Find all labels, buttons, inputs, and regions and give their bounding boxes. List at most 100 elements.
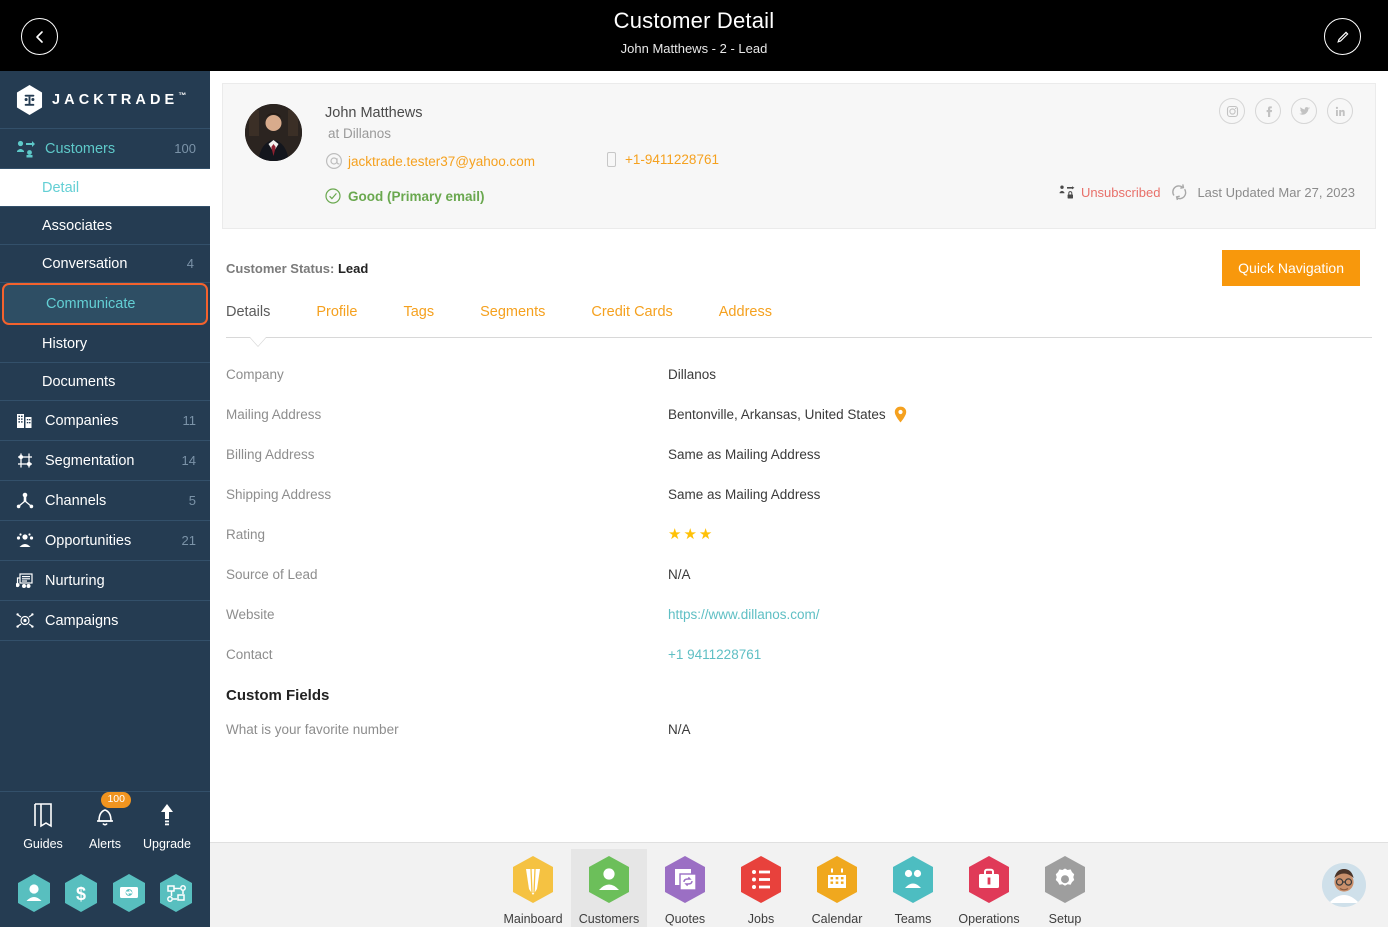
tab-details[interactable]: Details: [226, 298, 270, 331]
detail-value: Bentonville, Arkansas, United States: [668, 406, 886, 422]
tab-segments[interactable]: Segments: [480, 298, 545, 331]
sidebar-item-label: Channels: [45, 492, 107, 509]
sidebar-subitem-count: 4: [186, 256, 194, 271]
calendar-icon: [817, 856, 857, 903]
details-list: Company Dillanos Mailing Address Bentonv…: [226, 354, 1372, 749]
edit-button[interactable]: [1324, 18, 1361, 55]
detail-row: Source of Lead N/A: [226, 554, 1372, 594]
main-content: John Matthews at Dillanos jacktrade.test…: [210, 71, 1388, 842]
money-hex-icon[interactable]: [111, 873, 147, 913]
taskbar-item-setup[interactable]: Setup: [1027, 849, 1103, 927]
taskbar-label: Customers: [578, 912, 640, 926]
detail-row: Rating ★★★: [226, 514, 1372, 554]
customer-phone[interactable]: +1-9411228761: [625, 152, 719, 167]
sidebar-item-associates[interactable]: Associates: [0, 207, 210, 245]
sidebar-item-channels[interactable]: Channels 5: [0, 481, 210, 521]
detail-value-wrap: Bentonville, Arkansas, United States: [668, 406, 907, 423]
profile-avatar-button[interactable]: [1322, 863, 1366, 907]
person-hex-icon[interactable]: [16, 873, 52, 913]
brand-logo[interactable]: JACKTRADE™: [0, 71, 210, 129]
tab-credit-cards[interactable]: Credit Cards: [591, 298, 672, 331]
detail-label: Billing Address: [226, 446, 315, 462]
sidebar-item-companies[interactable]: Companies 11: [0, 401, 210, 441]
setup-icon: [1045, 856, 1085, 903]
taskbar-item-operations[interactable]: Operations: [951, 849, 1027, 927]
sidebar-item-communicate[interactable]: Communicate: [2, 283, 208, 325]
facebook-icon[interactable]: [1255, 98, 1281, 124]
sidebar-item-history[interactable]: History: [0, 325, 210, 363]
tab-address[interactable]: Address: [719, 298, 772, 331]
tool-label: Alerts: [89, 837, 121, 851]
sidebar-item-count: 11: [182, 413, 197, 428]
taskbar-item-mainboard[interactable]: Mainboard: [495, 849, 571, 927]
taskbar-item-quotes[interactable]: Quotes: [647, 849, 723, 927]
customer-phone-row: +1-9411228761: [607, 152, 719, 167]
sidebar-item-campaigns[interactable]: Campaigns: [0, 601, 210, 641]
sidebar-item-detail[interactable]: Detail: [0, 169, 210, 207]
email-status-row: Good (Primary email): [325, 188, 485, 204]
sidebar-footer: Guides 100 Alerts Upgrade $: [0, 791, 210, 927]
upgrade-button[interactable]: Upgrade: [139, 802, 195, 851]
sidebar-item-segmentation[interactable]: Segmentation 14: [0, 441, 210, 481]
tab-tags[interactable]: Tags: [403, 298, 434, 331]
guides-button[interactable]: Guides: [15, 802, 71, 851]
sidebar-subitem-label: Detail: [42, 179, 80, 196]
channels-icon: [14, 491, 36, 511]
taskbar-label: Teams: [894, 912, 932, 926]
building-icon: [14, 411, 36, 431]
check-circle-icon: [325, 188, 341, 204]
sidebar-item-count: 100: [174, 141, 196, 156]
detail-row: Mailing Address Bentonville, Arkansas, U…: [226, 394, 1372, 434]
rating-stars[interactable]: ★★★: [668, 525, 714, 543]
campaigns-icon: [14, 611, 36, 631]
taskbar-label: Operations: [958, 912, 1020, 926]
taskbar-item-customers[interactable]: Customers: [571, 849, 647, 927]
quick-navigation-button[interactable]: Quick Navigation: [1222, 250, 1360, 286]
sidebar: JACKTRADE™ Customers 100 Detail Associat…: [0, 71, 210, 927]
mainboard-icon: [513, 856, 553, 903]
detail-row: Contact +1 9411228761: [226, 634, 1372, 674]
at-icon: [325, 152, 343, 170]
twitter-icon[interactable]: [1291, 98, 1317, 124]
app-root: Customer Detail John Matthews - 2 - Lead…: [0, 0, 1388, 927]
top-header-bar: Customer Detail John Matthews - 2 - Lead: [0, 0, 1388, 71]
taskbar-items: Mainboard Customers Quotes Jobs Calendar…: [210, 849, 1388, 927]
dollar-hex-icon[interactable]: $: [63, 873, 99, 913]
taskbar-item-calendar[interactable]: Calendar: [799, 849, 875, 927]
sidebar-item-customers[interactable]: Customers 100: [0, 129, 210, 169]
alerts-button[interactable]: 100 Alerts: [77, 792, 133, 851]
map-pin-icon[interactable]: [894, 406, 907, 423]
sidebar-item-documents[interactable]: Documents: [0, 363, 210, 401]
sidebar-item-nurturing[interactable]: Nurturing: [0, 561, 210, 601]
detail-value: Same as Mailing Address: [668, 486, 821, 502]
taskbar-item-jobs[interactable]: Jobs: [723, 849, 799, 927]
tab-profile[interactable]: Profile: [316, 298, 357, 331]
customer-status: Customer Status: Lead: [226, 261, 368, 276]
sidebar-item-conversation[interactable]: Conversation 4: [0, 245, 210, 283]
teams-icon: [893, 856, 933, 903]
tool-label: Guides: [23, 837, 63, 851]
brand-name: JACKTRADE™: [52, 91, 186, 108]
customer-status-label: Customer Status:: [226, 261, 335, 276]
workflow-hex-icon[interactable]: [158, 873, 194, 913]
website-link[interactable]: https://www.dillanos.com/: [668, 607, 820, 622]
taskbar-item-teams[interactable]: Teams: [875, 849, 951, 927]
refresh-icon[interactable]: [1170, 183, 1189, 201]
detail-row: Billing Address Same as Mailing Address: [226, 434, 1372, 474]
sidebar-item-opportunities[interactable]: Opportunities 21: [0, 521, 210, 561]
sidebar-item-label: Opportunities: [45, 532, 132, 549]
brand-text: JACKTRADE: [52, 91, 179, 108]
detail-label: Contact: [226, 646, 273, 662]
customers-icon: [14, 139, 36, 159]
nurturing-icon: [14, 571, 36, 591]
sidebar-subitem-label: Communicate: [46, 296, 136, 312]
linkedin-icon[interactable]: [1327, 98, 1353, 124]
customer-status-value: Lead: [337, 261, 369, 276]
detail-label: Source of Lead: [226, 566, 318, 582]
contact-link[interactable]: +1 9411228761: [668, 647, 761, 662]
instagram-icon[interactable]: [1219, 98, 1245, 124]
customer-email[interactable]: jacktrade.tester37@yahoo.com: [348, 154, 535, 169]
subscription-status: Unsubscribed: [1080, 184, 1161, 200]
taskbar-label: Mainboard: [503, 912, 563, 926]
custom-field-label: What is your favorite number: [226, 721, 399, 737]
